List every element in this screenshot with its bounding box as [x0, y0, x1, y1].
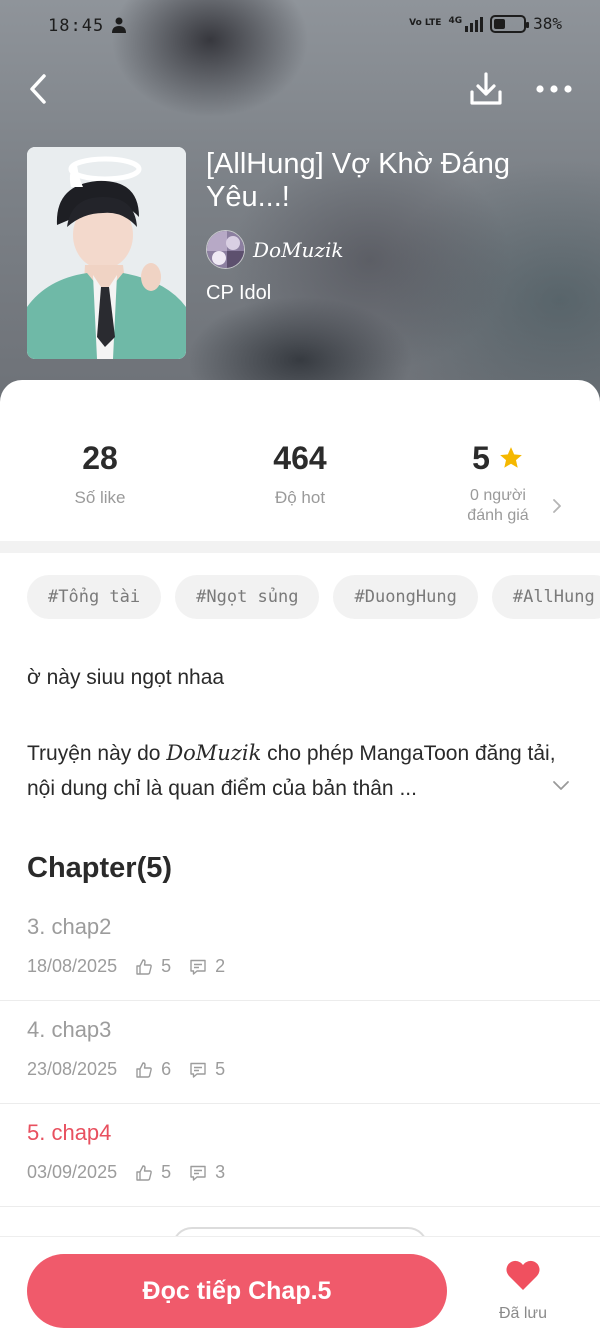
chapter-date: 18/08/2025 — [27, 956, 118, 976]
chapter-title: 4. chap3 — [27, 1017, 112, 1042]
status-time: 18:45 — [48, 16, 105, 36]
saved-button[interactable]: Đã lưu — [490, 1259, 556, 1323]
chapter-comments: 3 — [215, 1162, 226, 1182]
person-icon — [112, 17, 126, 33]
tag-chip[interactable]: #Tổng tài — [27, 575, 162, 619]
thumbs-up-icon — [136, 958, 152, 975]
download-icon[interactable] — [466, 70, 506, 110]
detail-sheet: 28 Số like 464 Độ hot 5 0 người đánh giá… — [0, 380, 600, 1343]
rating-value: 5 — [472, 440, 490, 476]
chapter-title: 5. chap4 — [27, 1120, 112, 1145]
chapter-meta: 23/08/2025 6 5 — [27, 1059, 225, 1080]
hot-count: 464 — [273, 440, 327, 476]
chapter-meta: 18/08/2025 5 2 — [27, 956, 225, 977]
comment-icon — [190, 1062, 206, 1078]
description-line: ờ này siuu ngọt nhaa — [27, 666, 225, 689]
chapter-date: 03/09/2025 — [27, 1162, 118, 1182]
hot-stat: 464 Độ hot — [200, 438, 400, 508]
volte-indicator: Vo LTE — [409, 18, 442, 28]
tag-list: #Tổng tài #Ngọt sủng #DuongHung #AllHung — [27, 575, 600, 619]
rating-label-line2: đánh giá — [467, 507, 529, 524]
cover-image[interactable] — [27, 147, 186, 359]
chapter-likes: 5 — [161, 1162, 172, 1182]
comment-icon — [190, 1165, 206, 1181]
chapter-title: 3. chap2 — [27, 914, 112, 939]
description-permission[interactable]: Truyện này do DoMuzik cho phép MangaToon… — [27, 736, 572, 806]
rating-label-line1: 0 người — [470, 487, 526, 504]
chapter-list-heading: Chapter(5) — [27, 852, 173, 884]
thumbs-up-icon — [136, 1164, 152, 1181]
chapter-comments: 2 — [215, 956, 226, 976]
author-avatar[interactable] — [206, 230, 245, 269]
tag-chip[interactable]: #Ngọt sủng — [175, 575, 320, 619]
more-icon[interactable] — [534, 74, 574, 104]
thumbs-up-icon — [136, 1061, 152, 1078]
cover-header: 18:45 Vo LTE 4G 38% [AllHung] Vợ Khờ Đán… — [0, 0, 600, 410]
author-name[interactable]: DoMuzik — [253, 238, 344, 262]
comment-icon — [190, 959, 206, 975]
chapter-likes: 5 — [161, 956, 172, 976]
rating-value-row: 5 — [398, 438, 598, 478]
back-icon[interactable] — [22, 70, 56, 108]
chapter-row[interactable]: 4. chap3 23/08/2025 6 5 — [0, 1001, 600, 1104]
chevron-right-icon[interactable] — [551, 498, 563, 514]
stats-row: 28 Số like 464 Độ hot 5 0 người đánh giá — [0, 380, 600, 540]
network-type: 4G — [448, 15, 463, 26]
chapter-row[interactable]: 3. chap2 18/08/2025 5 2 — [0, 898, 600, 1001]
likes-count: 28 — [82, 440, 118, 476]
chapter-date: 23/08/2025 — [27, 1059, 118, 1079]
description-author: DoMuzik — [166, 741, 262, 765]
chapter-comments: 5 — [215, 1059, 226, 1079]
rating-stat[interactable]: 5 0 người đánh giá — [398, 438, 598, 526]
tag-chip[interactable]: #DuongHung — [333, 575, 478, 619]
description-prefix: Truyện này do — [27, 742, 167, 765]
hot-label: Độ hot — [274, 488, 326, 507]
status-bar: 18:45 Vo LTE 4G 38% — [0, 0, 600, 52]
continue-reading-button[interactable]: Đọc tiếp Chap.5 — [27, 1254, 447, 1328]
chapter-likes: 6 — [161, 1059, 172, 1079]
heart-icon — [506, 1260, 540, 1290]
section-divider — [0, 541, 600, 553]
star-icon — [500, 447, 522, 468]
bottom-action-bar: Đọc tiếp Chap.5 Đã lưu — [0, 1236, 600, 1343]
chevron-down-icon[interactable] — [552, 780, 570, 792]
chapter-meta: 03/09/2025 5 3 — [27, 1162, 225, 1183]
chapter-row[interactable]: 5. chap4 03/09/2025 5 3 — [0, 1104, 600, 1207]
likes-label: Số like — [74, 488, 126, 507]
likes-stat: 28 Số like — [0, 438, 200, 508]
category-label[interactable]: CP Idol — [206, 282, 271, 305]
story-title: [AllHung] Vợ Khờ Đáng Yêu...! — [206, 148, 511, 213]
battery-icon — [490, 14, 530, 33]
rating-label: 0 người đánh giá — [398, 486, 598, 526]
author[interactable]: DoMuzik — [206, 230, 344, 269]
tag-chip[interactable]: #AllHung — [491, 575, 600, 619]
signal-icon: 4G — [448, 15, 484, 32]
saved-label: Đã lưu — [498, 1305, 548, 1322]
battery-percent: 38% — [533, 14, 562, 33]
